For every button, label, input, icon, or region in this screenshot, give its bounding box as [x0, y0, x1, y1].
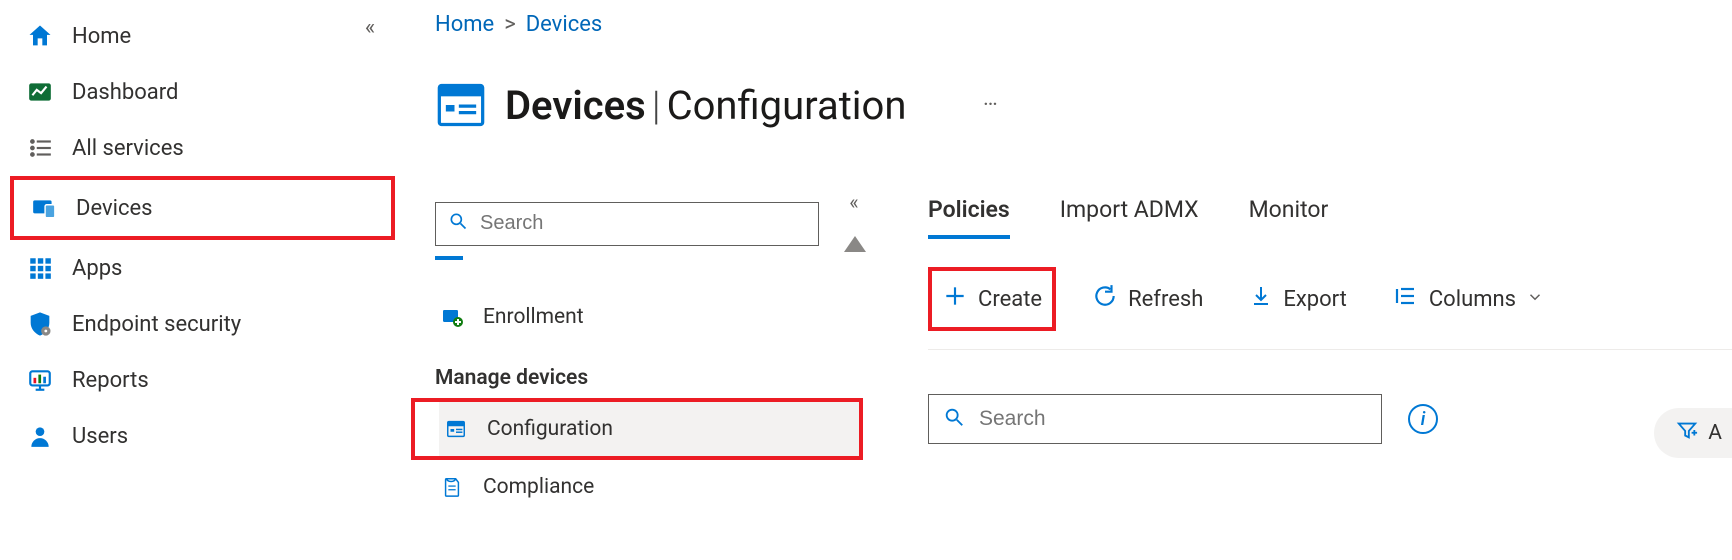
- nav-item-dashboard[interactable]: Dashboard: [18, 64, 389, 120]
- nav-item-reports[interactable]: Reports: [18, 352, 389, 408]
- breadcrumb-devices[interactable]: Devices: [526, 12, 603, 37]
- refresh-icon: [1092, 283, 1118, 315]
- scroll-up-indicator[interactable]: [844, 236, 866, 252]
- nav-item-devices[interactable]: Devices: [22, 180, 391, 236]
- command-bar: Create Refresh Export Columns: [928, 267, 1732, 350]
- left-nav[interactable]: « Home Dashboard All services: [0, 0, 395, 560]
- breadcrumb-home[interactable]: Home: [435, 12, 494, 37]
- subnav-item-label: Enrollment: [483, 305, 584, 329]
- nav-item-all-services[interactable]: All services: [18, 120, 389, 176]
- chevron-down-icon: [1526, 287, 1544, 312]
- refresh-label: Refresh: [1128, 287, 1203, 312]
- page-title: Devices|Configuration: [505, 82, 906, 129]
- nav-item-label: Home: [72, 24, 131, 49]
- subnav-item-label: Configuration: [487, 417, 613, 441]
- devices-page-icon: [435, 79, 487, 131]
- tabs: Policies Import ADMX Monitor: [928, 196, 1732, 233]
- filter-icon: [1676, 419, 1698, 447]
- reports-icon: [24, 364, 56, 396]
- apps-icon: [24, 252, 56, 284]
- collapse-left-nav-icon[interactable]: «: [357, 14, 383, 40]
- content-search[interactable]: [928, 394, 1382, 444]
- nav-item-label: Apps: [72, 256, 122, 281]
- info-icon[interactable]: i: [1408, 404, 1438, 434]
- page-title-resource: Devices: [505, 82, 646, 129]
- search-icon: [448, 211, 468, 236]
- subnav-heading-manage-devices: Manage devices: [435, 366, 870, 390]
- subnav-search[interactable]: [435, 202, 819, 246]
- devices-icon: [28, 192, 60, 224]
- nav-item-label: All services: [72, 136, 184, 161]
- download-icon: [1249, 284, 1273, 314]
- configuration-icon: [443, 416, 469, 442]
- user-icon: [24, 420, 56, 452]
- all-services-icon: [24, 132, 56, 164]
- nav-item-users[interactable]: Users: [18, 408, 389, 464]
- nav-item-endpoint-security[interactable]: Endpoint security: [18, 296, 389, 352]
- columns-icon: [1393, 284, 1419, 314]
- nav-item-label: Endpoint security: [72, 312, 241, 337]
- tab-monitor[interactable]: Monitor: [1249, 196, 1329, 233]
- nav-item-home[interactable]: Home: [18, 8, 389, 64]
- sub-nav-pane: Home > Devices Devices|Configuration … «: [395, 0, 870, 560]
- filter-label: A: [1708, 421, 1722, 445]
- nav-item-label: Users: [72, 424, 128, 449]
- subnav-item-label: Compliance: [483, 475, 594, 499]
- add-filter-button[interactable]: A: [1654, 408, 1732, 458]
- columns-button[interactable]: Columns: [1383, 278, 1554, 320]
- tab-import-admx[interactable]: Import ADMX: [1060, 196, 1199, 233]
- export-label: Export: [1283, 287, 1347, 312]
- create-button[interactable]: Create: [928, 267, 1056, 331]
- content-area: Policies Import ADMX Monitor Create Refr…: [870, 0, 1732, 560]
- home-icon: [24, 20, 56, 52]
- enrollment-icon: [439, 304, 465, 330]
- search-icon: [943, 406, 965, 433]
- breadcrumb-separator: >: [504, 12, 516, 37]
- dashboard-icon: [24, 76, 56, 108]
- tab-policies[interactable]: Policies: [928, 196, 1010, 233]
- subnav-item-compliance[interactable]: Compliance: [435, 460, 855, 514]
- subnav-item-configuration[interactable]: Configuration: [439, 402, 859, 456]
- nav-item-apps[interactable]: Apps: [18, 240, 389, 296]
- nav-item-label: Dashboard: [72, 80, 178, 105]
- content-search-input[interactable]: [977, 406, 1367, 432]
- compliance-icon: [439, 474, 465, 500]
- shield-gear-icon: [24, 308, 56, 340]
- collapse-subnav-icon[interactable]: «: [842, 190, 866, 214]
- nav-item-label: Reports: [72, 368, 149, 393]
- breadcrumb: Home > Devices: [435, 12, 870, 37]
- subnav-search-input[interactable]: [478, 211, 806, 236]
- create-label: Create: [978, 287, 1042, 312]
- subnav-item-enrollment[interactable]: Enrollment: [435, 290, 855, 344]
- refresh-button[interactable]: Refresh: [1082, 277, 1213, 321]
- search-accent: [435, 256, 463, 260]
- export-button[interactable]: Export: [1239, 278, 1357, 320]
- plus-icon: [942, 283, 968, 315]
- columns-label: Columns: [1429, 287, 1516, 312]
- nav-item-label: Devices: [76, 196, 153, 221]
